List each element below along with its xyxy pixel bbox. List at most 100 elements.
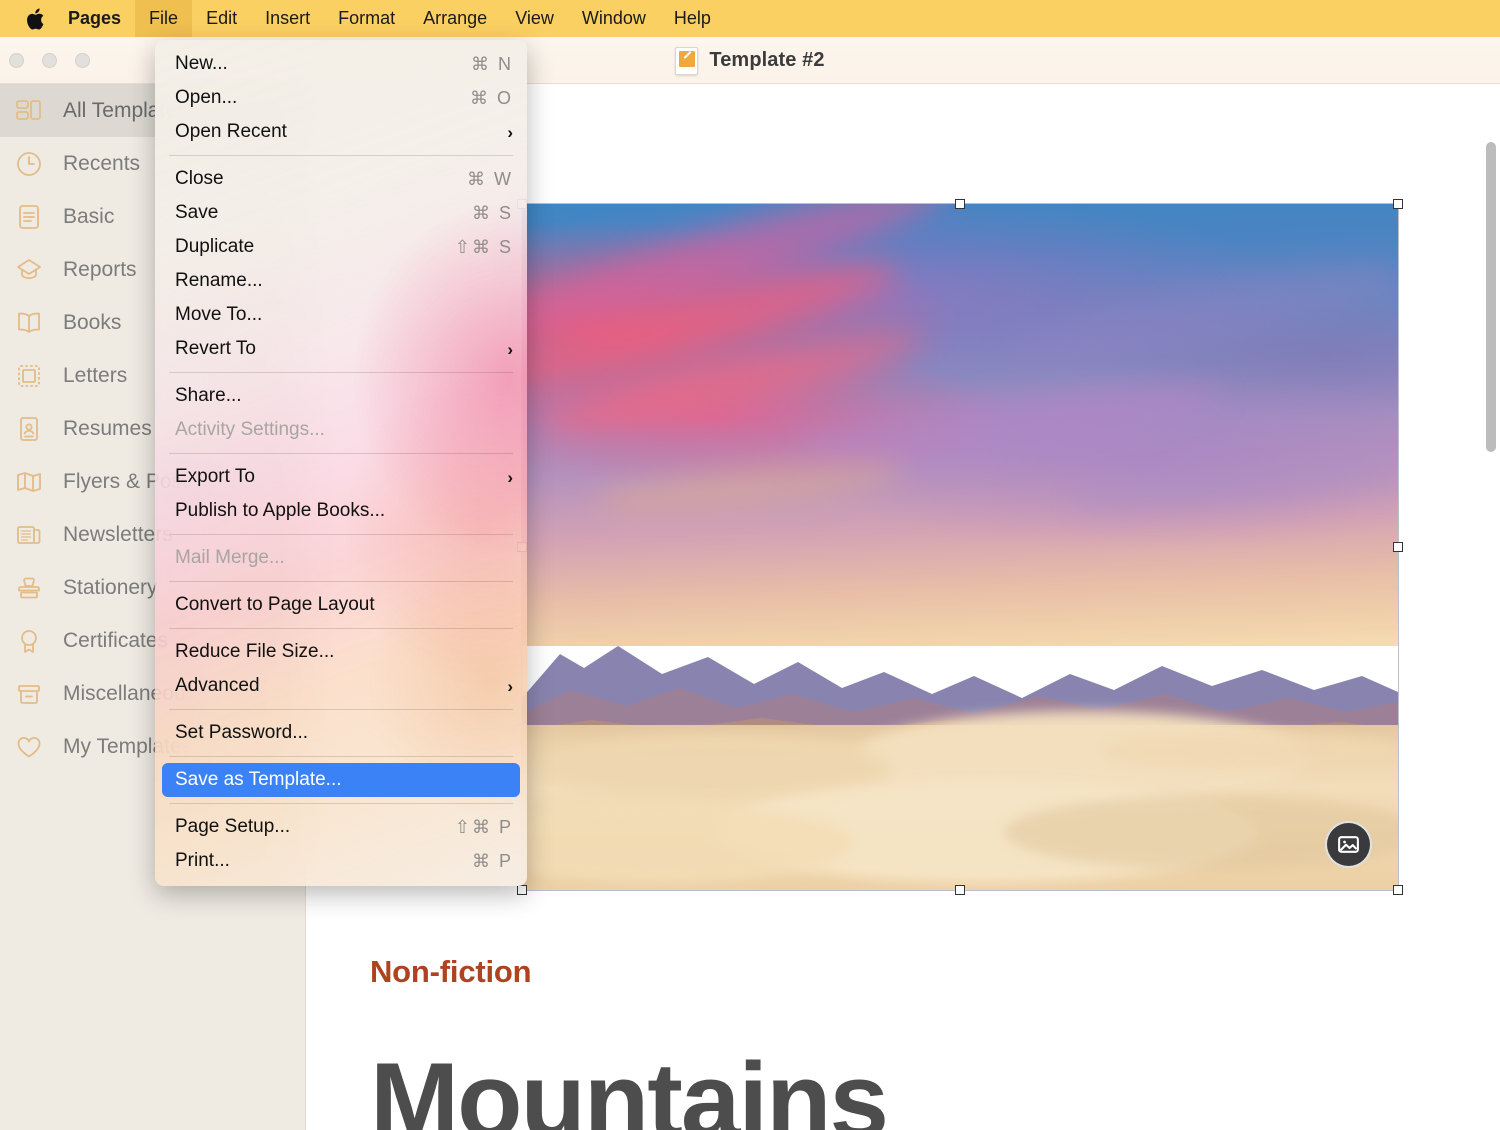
menu-insert[interactable]: Insert <box>251 0 324 37</box>
menu-separator <box>169 803 513 804</box>
sidebar-item-label: Reports <box>63 258 137 282</box>
pages-document-icon <box>675 47 698 75</box>
menu-item-label: Share... <box>175 385 513 407</box>
sidebar-item-label: Recents <box>63 152 140 176</box>
award-ribbon-icon <box>12 624 46 658</box>
screen: Template #2 All Templates <box>0 0 1500 1130</box>
menu-item-label: Move To... <box>175 304 513 326</box>
file-menu-list: New...⌘ NOpen...⌘ OOpen Recent›Close⌘ WS… <box>155 47 527 878</box>
resize-handle-top-center[interactable] <box>955 199 965 209</box>
menu-separator <box>169 534 513 535</box>
sidebar-item-label: Books <box>63 311 121 335</box>
open-book-icon <box>12 306 46 340</box>
menu-item-save-as-template[interactable]: Save as Template... <box>162 763 520 797</box>
menu-item-open-recent[interactable]: Open Recent› <box>155 115 527 149</box>
menu-item-label: Set Password... <box>175 722 513 744</box>
menu-item-label: Reduce File Size... <box>175 641 513 663</box>
menu-help[interactable]: Help <box>660 0 725 37</box>
resize-handle-bottom-left[interactable] <box>517 885 527 895</box>
menu-separator <box>169 372 513 373</box>
menu-item-label: Publish to Apple Books... <box>175 500 513 522</box>
chevron-right-icon: › <box>507 678 513 695</box>
menu-item-label: Print... <box>175 850 472 872</box>
menu-separator <box>169 581 513 582</box>
document-heading[interactable]: Mountains <box>370 1044 887 1130</box>
sky-region <box>522 204 1398 646</box>
resize-handle-middle-right[interactable] <box>1393 542 1403 552</box>
menu-item-label: New... <box>175 53 471 75</box>
resize-handle-top-right[interactable] <box>1393 199 1403 209</box>
menu-bar[interactable]: Pages File Edit Insert Format Arrange Vi… <box>0 0 1500 37</box>
stamp-frame-icon <box>12 359 46 393</box>
apple-logo-icon[interactable] <box>16 0 54 37</box>
heart-icon <box>12 730 46 764</box>
resize-handle-bottom-center[interactable] <box>955 885 965 895</box>
desert-sunset-photo <box>522 204 1398 890</box>
newspaper-icon <box>12 518 46 552</box>
menu-window[interactable]: Window <box>568 0 660 37</box>
box-icon <box>12 677 46 711</box>
menu-item-activity-settings: Activity Settings... <box>155 413 527 447</box>
menu-item-label: Save as Template... <box>175 769 506 791</box>
menu-item-shortcut: ⌘ N <box>471 54 513 75</box>
menu-item-publish-to-apple-books[interactable]: Publish to Apple Books... <box>155 494 527 528</box>
menu-item-shortcut: ⇧⌘ P <box>455 817 513 838</box>
menu-item-label: Convert to Page Layout <box>175 594 513 616</box>
menu-edit[interactable]: Edit <box>192 0 251 37</box>
folded-flyer-icon <box>12 465 46 499</box>
menu-format[interactable]: Format <box>324 0 409 37</box>
scrollbar-thumb[interactable] <box>1486 142 1496 452</box>
chevron-right-icon: › <box>507 341 513 358</box>
menu-view[interactable]: View <box>501 0 568 37</box>
file-menu-dropdown[interactable]: New...⌘ NOpen...⌘ OOpen Recent›Close⌘ WS… <box>155 40 527 886</box>
sidebar-item-label: Letters <box>63 364 127 388</box>
menu-item-duplicate[interactable]: Duplicate⇧⌘ S <box>155 230 527 264</box>
menu-item-close[interactable]: Close⌘ W <box>155 162 527 196</box>
menu-item-convert-to-page-layout[interactable]: Convert to Page Layout <box>155 588 527 622</box>
document-kicker[interactable]: Non-fiction <box>370 954 531 990</box>
menu-item-revert-to[interactable]: Revert To› <box>155 332 527 366</box>
menu-item-open[interactable]: Open...⌘ O <box>155 81 527 115</box>
menu-item-set-password[interactable]: Set Password... <box>155 716 527 750</box>
menu-item-label: Advanced <box>175 675 507 697</box>
document-icon <box>12 200 46 234</box>
resize-handle-bottom-right[interactable] <box>1393 885 1403 895</box>
menu-item-page-setup[interactable]: Page Setup...⇧⌘ P <box>155 810 527 844</box>
chevron-right-icon: › <box>507 469 513 486</box>
image-object[interactable] <box>522 204 1398 890</box>
menu-item-export-to[interactable]: Export To› <box>155 460 527 494</box>
menu-item-share[interactable]: Share... <box>155 379 527 413</box>
vertical-scrollbar[interactable] <box>1486 142 1496 1130</box>
menu-item-label: Page Setup... <box>175 816 455 838</box>
menu-item-label: Save <box>175 202 472 224</box>
menu-item-label: Close <box>175 168 467 190</box>
menu-item-label: Activity Settings... <box>175 419 513 441</box>
menu-separator <box>169 756 513 757</box>
sidebar-item-label: Basic <box>63 205 114 229</box>
menu-item-shortcut: ⌘ W <box>467 169 513 190</box>
menu-item-reduce-file-size[interactable]: Reduce File Size... <box>155 635 527 669</box>
menu-item-move-to[interactable]: Move To... <box>155 298 527 332</box>
menu-item-save[interactable]: Save⌘ S <box>155 196 527 230</box>
menu-item-advanced[interactable]: Advanced› <box>155 669 527 703</box>
menu-arrange[interactable]: Arrange <box>409 0 501 37</box>
menu-item-shortcut: ⌘ S <box>472 203 513 224</box>
menu-item-shortcut: ⌘ P <box>472 851 513 872</box>
rubber-stamp-icon <box>12 571 46 605</box>
menu-item-new[interactable]: New...⌘ N <box>155 47 527 81</box>
menu-item-label: Open Recent <box>175 121 507 143</box>
menu-separator <box>169 709 513 710</box>
sidebar-item-label: Resumes <box>63 417 152 441</box>
sand-dunes <box>522 725 1398 890</box>
menu-file[interactable]: File <box>135 0 192 37</box>
menu-item-mail-merge: Mail Merge... <box>155 541 527 575</box>
menu-item-rename[interactable]: Rename... <box>155 264 527 298</box>
photo-placeholder-icon[interactable] <box>1325 821 1372 868</box>
menu-item-shortcut: ⌘ O <box>470 88 513 109</box>
menu-item-shortcut: ⇧⌘ S <box>455 237 513 258</box>
menu-separator <box>169 155 513 156</box>
menu-item-label: Export To <box>175 466 507 488</box>
menu-pages[interactable]: Pages <box>54 0 135 37</box>
resume-card-icon <box>12 412 46 446</box>
menu-item-print[interactable]: Print...⌘ P <box>155 844 527 878</box>
